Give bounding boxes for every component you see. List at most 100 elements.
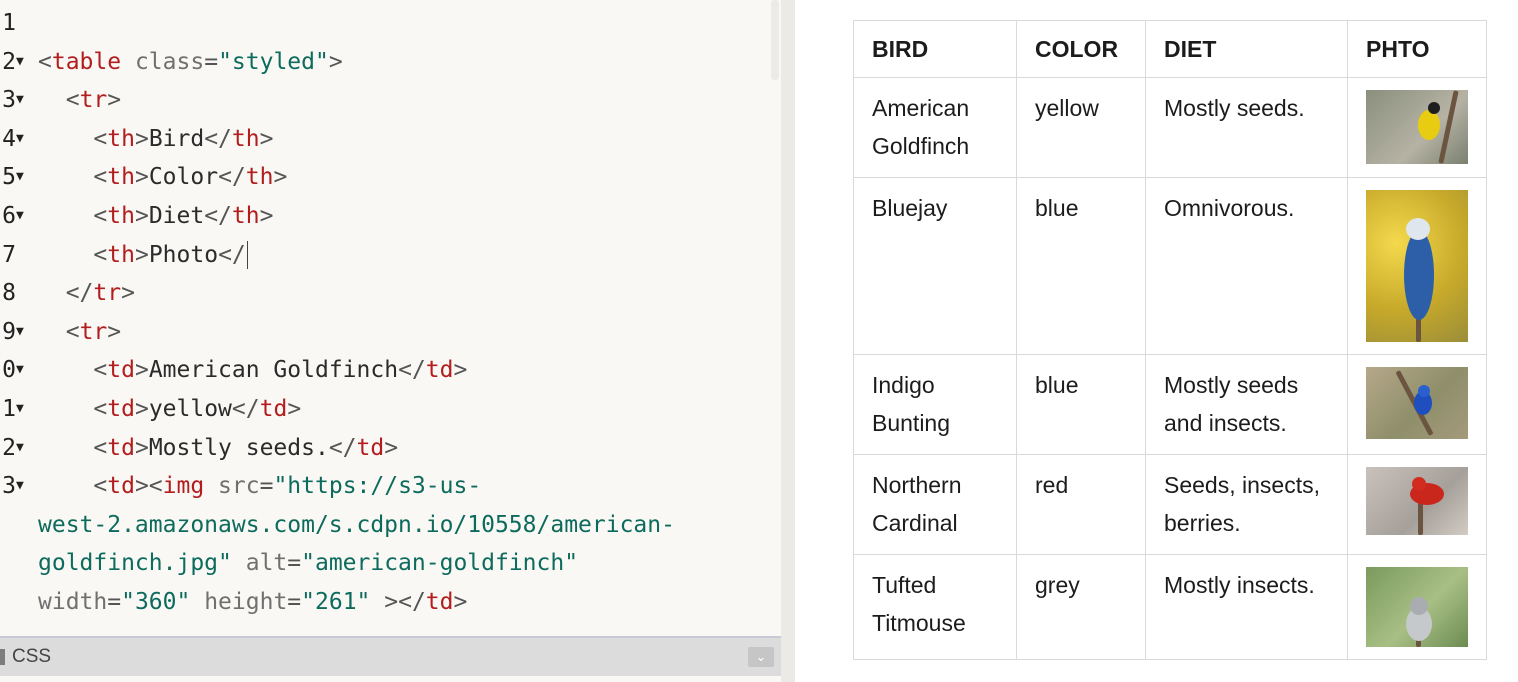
code-text: goldfinch.jpg" alt="american-goldfinch" (38, 544, 578, 582)
branch-shape (1418, 501, 1423, 535)
code-token: th (107, 164, 135, 191)
fold-arrow-icon[interactable]: ▼ (16, 313, 24, 351)
code-token: < (93, 357, 108, 384)
code-line[interactable]: 2 ▼ <table class="styled"> (0, 43, 770, 81)
cell-color: blue (1016, 354, 1146, 455)
cell-diet: Mostly seeds. (1145, 77, 1348, 178)
code-token: td (425, 589, 454, 615)
code-line[interactable]: goldfinch.jpg" alt="american-goldfinch" (0, 544, 770, 582)
code-text: <th>Diet</th> (38, 197, 273, 235)
code-area[interactable]: 1 2 ▼ <table class="styled"> 3 ▼ <tr> 4 ▼ <th>B… (0, 4, 781, 632)
chevron-down-icon[interactable]: ⌄ (748, 647, 774, 667)
code-token: > (328, 48, 343, 75)
code-line[interactable]: 2 ▼ <td>Mostly seeds.</td> (0, 429, 770, 467)
code-token: > (259, 125, 274, 152)
indigo-bunting-photo (1366, 367, 1468, 439)
html-editor-pane[interactable]: 1 2 ▼ <table class="styled"> 3 ▼ <tr> 4 ▼ <th>B… (0, 0, 781, 682)
code-line[interactable]: 9 ▼ <tr> (0, 313, 770, 351)
code-line[interactable]: 0 ▼ <td>American Goldfinch</td> (0, 351, 770, 389)
code-token: > (134, 241, 149, 268)
cell-color: blue (1016, 177, 1146, 355)
code-token: < (93, 164, 108, 191)
code-token: Bird (148, 125, 205, 152)
code-token: = (107, 589, 122, 615)
code-token: ></ (370, 589, 426, 615)
code-token: </ (204, 203, 232, 229)
code-line[interactable]: 1 ▼ <td>yellow</td> (0, 390, 770, 428)
css-panel-header[interactable]: CSS ⌄ (0, 636, 781, 676)
fold-arrow-icon[interactable]: ▼ (16, 351, 24, 389)
code-token: < (93, 125, 108, 152)
line-number: 0 (2, 357, 16, 384)
code-line[interactable]: 1 (0, 4, 770, 42)
fold-arrow-icon[interactable]: ▼ (16, 467, 24, 505)
fold-arrow-icon[interactable]: ▼ (16, 120, 24, 158)
code-token: tr (79, 318, 108, 345)
code-line[interactable]: 4 ▼ <th>Bird</th> (0, 120, 770, 158)
code-line[interactable]: 3 ▼ <td><img src="https://s3-us- (0, 467, 770, 505)
code-line[interactable]: 6 ▼ <th>Diet</th> (0, 197, 770, 235)
fold-arrow-icon[interactable]: ▼ (16, 81, 24, 119)
code-text: <th>Photo</ (38, 236, 248, 274)
code-token: th (245, 164, 274, 191)
preview-pane: BIRD COLOR DIET PHTO American Goldfinch y… (795, 0, 1518, 682)
code-token: Mostly seeds. (148, 434, 329, 461)
code-text: <tr> (38, 313, 121, 351)
cell-diet: Mostly seeds and insects. (1145, 354, 1348, 455)
fold-arrow-icon[interactable]: ▼ (16, 429, 24, 467)
code-token: Diet (148, 203, 205, 229)
code-token: < (65, 87, 80, 114)
code-token: tr (79, 87, 108, 114)
code-token: = (259, 473, 274, 500)
code-token: td (107, 357, 135, 384)
cell-color: grey (1016, 554, 1146, 660)
pane-divider[interactable] (781, 0, 795, 682)
fold-arrow-icon[interactable]: ▼ (16, 197, 24, 235)
fold-arrow-icon[interactable]: ▼ (16, 158, 24, 196)
code-text: <td>American Goldfinch</td> (38, 351, 467, 389)
code-token: td (107, 396, 135, 422)
code-token: </ (65, 280, 94, 307)
code-token: "360" (121, 589, 191, 615)
code-token: < (93, 473, 108, 500)
bird-head-shape (1418, 385, 1430, 397)
code-token: </ (328, 434, 357, 461)
code-text: west-2.amazonaws.com/s.cdpn.io/10558/ame… (38, 506, 675, 544)
bird-head-shape (1428, 102, 1440, 114)
table-row: Bluejay blue Omnivorous. (853, 177, 1487, 355)
code-line[interactable]: 7 <th>Photo</ (0, 236, 770, 274)
cell-diet: Omnivorous. (1145, 177, 1348, 355)
code-token: "261" (301, 589, 371, 615)
code-text: <td>Mostly seeds.</td> (38, 429, 398, 467)
fold-arrow-icon[interactable]: ▼ (16, 43, 24, 81)
code-token: > (453, 589, 468, 615)
code-token: table (51, 48, 122, 75)
drag-grip-icon[interactable] (0, 649, 5, 665)
american-goldfinch-photo (1366, 90, 1468, 164)
header-color: COLOR (1016, 20, 1146, 78)
code-token: < (93, 241, 108, 268)
code-token: "american-goldfinch" (301, 550, 579, 577)
cell-photo (1347, 454, 1487, 555)
editor-scrollbar[interactable] (771, 0, 779, 80)
code-line[interactable]: 3 ▼ <tr> (0, 81, 770, 119)
fold-arrow-icon[interactable]: ▼ (16, 390, 24, 428)
code-text: <th>Color</th> (38, 158, 287, 196)
code-line[interactable]: 5 ▼ <th>Color</th> (0, 158, 770, 196)
code-line[interactable]: width="360" height="261" ></td> (0, 583, 770, 621)
table-header-row: BIRD COLOR DIET PHTO (853, 20, 1487, 78)
code-line[interactable]: 8 </tr> (0, 274, 770, 312)
code-token: th (231, 203, 260, 229)
line-number: 1 (2, 10, 16, 36)
code-line[interactable]: west-2.amazonaws.com/s.cdpn.io/10558/ame… (0, 506, 770, 544)
code-token: < (38, 48, 52, 75)
cell-photo (1347, 177, 1487, 355)
cell-photo (1347, 354, 1487, 455)
code-token: width (38, 589, 108, 615)
